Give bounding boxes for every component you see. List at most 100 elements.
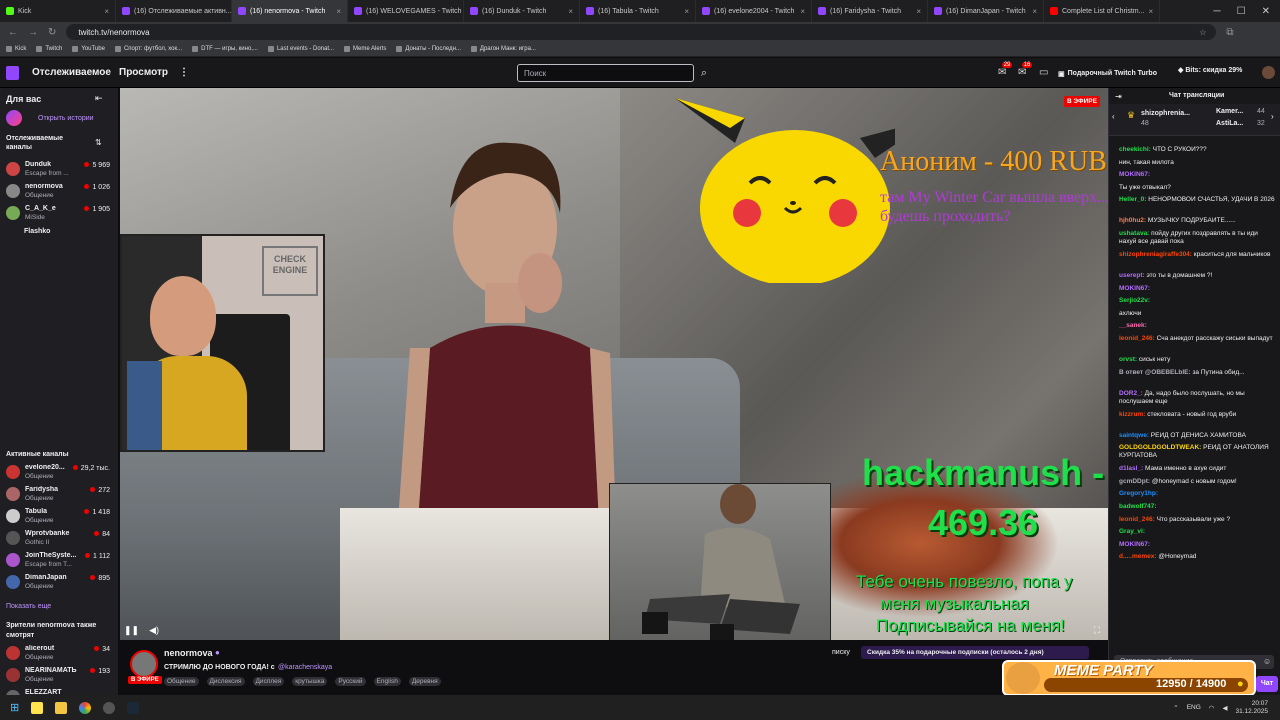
partial-channel[interactable]: Flashko	[24, 228, 50, 235]
stream-tag[interactable]: Деревня	[408, 677, 441, 686]
browser-tab[interactable]: (16) Tabula - Twitch ×	[580, 0, 696, 22]
fullscreen-icon[interactable]: ⛶	[1094, 625, 1100, 636]
chevron-left-icon[interactable]: ‹	[1112, 112, 1115, 121]
chat-username[interactable]: MOKIN67:	[1119, 171, 1150, 178]
browser-tab[interactable]: (16) Отслеживаемые активн...×	[116, 0, 232, 22]
sidebar-channel[interactable]: Dunduk Escape from ... 5 969	[6, 160, 110, 180]
browser-tab[interactable]: Kick ×	[0, 0, 116, 22]
nav-browse[interactable]: Просмотр	[119, 67, 168, 78]
sidebar-channel[interactable]: Faridysha Общение 272	[6, 485, 110, 505]
chat-username[interactable]: leonid_246:	[1119, 335, 1155, 342]
chat-username[interactable]: saintqwe:	[1119, 432, 1149, 439]
language-indicator[interactable]: ENG	[1187, 704, 1201, 711]
bookmark-item[interactable]: Драгон Манк: игра...	[470, 46, 536, 52]
chat-username[interactable]: __sanek:	[1119, 322, 1147, 329]
sidebar-channel[interactable]: JoinTheSyste... Escape from T... 1 112	[6, 551, 110, 571]
chat-username[interactable]: d.....memex:	[1119, 553, 1157, 560]
sidebar-channel[interactable]: NEARINAMATЬ Общение 193	[6, 666, 110, 686]
browser-tab[interactable]: (16) Faridysha - Twitch ×	[812, 0, 928, 22]
file-explorer-icon[interactable]	[55, 701, 68, 714]
stories-link[interactable]: Открыть истории	[38, 115, 94, 122]
emote-icon[interactable]: ☺	[1263, 657, 1271, 666]
bookmark-item[interactable]: Last events - Donat...	[267, 46, 334, 52]
chevron-right-icon[interactable]: ›	[1271, 112, 1274, 121]
chat-username[interactable]: В ответ @OBEBELbIE:	[1119, 369, 1191, 376]
chat-send-button[interactable]: Чат	[1256, 676, 1278, 692]
clock[interactable]: 20:07 31.12.2025	[1235, 700, 1268, 716]
browser-tab[interactable]: (16) WELOVEGAMES - Twitch×	[348, 0, 464, 22]
chat-username[interactable]: Gregory1hp:	[1119, 490, 1158, 497]
inbox-icon[interactable]: ✉ 29	[998, 62, 1013, 78]
show-more-link[interactable]: Показать еще	[6, 603, 51, 610]
tray-up-icon[interactable]: ⌃	[1173, 704, 1178, 712]
sidebar-channel[interactable]: DimanJapan Общение 895	[6, 573, 110, 593]
stories-avatar[interactable]	[6, 110, 22, 126]
stream-tag[interactable]: Русский	[335, 677, 366, 686]
minimize-icon[interactable]: ─	[1214, 6, 1221, 17]
twitch-logo-icon[interactable]	[6, 66, 19, 80]
whispers-icon[interactable]: ▭	[1039, 67, 1048, 78]
search-input[interactable]: Поиск	[517, 64, 694, 82]
sort-icon[interactable]: ⇅	[95, 138, 102, 147]
sub-discount-banner[interactable]: Скидка 35% на подарочные подписки (остал…	[861, 646, 1089, 659]
chat-username[interactable]: MOKIN67:	[1119, 285, 1150, 292]
extensions-icon[interactable]: ⧉	[1226, 27, 1233, 38]
browser-tab[interactable]: (16) Dunduk - Twitch ×	[464, 0, 580, 22]
volume-icon[interactable]: ◀)	[149, 625, 159, 636]
chat-username[interactable]: cheekichi:	[1119, 146, 1151, 153]
steam-icon[interactable]	[127, 701, 140, 714]
collapse-chat-icon[interactable]: ⇥	[1115, 92, 1122, 101]
channel-avatar[interactable]	[130, 650, 158, 678]
bookmark-item[interactable]: DTF — игры, кино,...	[192, 46, 258, 52]
windows-start-icon[interactable]: ⊞	[10, 701, 19, 714]
nav-following[interactable]: Отслеживаемое	[32, 67, 111, 78]
sidebar-channel[interactable]: alicerout Общение 34	[6, 644, 110, 664]
chrome-icon[interactable]	[79, 701, 92, 714]
top-gifter-3[interactable]: AstiLa...	[1216, 120, 1243, 127]
bookmark-item[interactable]: Спорт: футбол, хок...	[114, 46, 182, 52]
channel-name[interactable]: nenormova	[164, 648, 213, 658]
bookmark-star-icon[interactable]: ☆	[1199, 28, 1206, 37]
stream-tag[interactable]: English	[373, 677, 401, 686]
search-icon[interactable]: ⌕	[695, 64, 713, 82]
browser-tab[interactable]: (16) evelone2004 - Twitch ×	[696, 0, 812, 22]
top-gifter-1[interactable]: shizophrenia...	[1141, 110, 1190, 117]
obs-icon[interactable]	[103, 701, 116, 714]
tab-close-icon[interactable]: ×	[1148, 7, 1153, 16]
forward-icon[interactable]: →	[28, 27, 38, 38]
tab-close-icon[interactable]: ×	[800, 7, 805, 16]
back-icon[interactable]: ←	[8, 27, 18, 38]
top-gifter-2[interactable]: Kamer...	[1216, 108, 1243, 115]
collapse-sidebar-icon[interactable]: ⇤	[95, 93, 103, 104]
chat-username[interactable]: shizophreniagiraffe304:	[1119, 251, 1192, 258]
stream-tag[interactable]: крутышка	[292, 677, 328, 686]
notifications-icon[interactable]: ✉ 16	[1018, 62, 1033, 78]
bookmark-item[interactable]: Meme Alerts	[344, 46, 386, 52]
sidebar-channel[interactable]: Wprotvbanke Gothic II 84	[6, 529, 110, 549]
tab-close-icon[interactable]: ×	[916, 7, 921, 16]
chat-username[interactable]: DOR2_:	[1119, 390, 1143, 397]
bookmark-item[interactable]: Донаты - Последн...	[396, 46, 461, 52]
reload-icon[interactable]: ↻	[48, 27, 56, 38]
tab-close-icon[interactable]: ×	[336, 7, 341, 16]
speaker-icon[interactable]: ◀	[1222, 704, 1227, 712]
browser-tab[interactable]: (16) nenormova - Twitch ×	[232, 0, 348, 22]
sidebar-channel[interactable]: evelone20... Общение 29,2 тыс.	[6, 463, 110, 483]
video-player[interactable]: Аноним - 400 RUB! там My Winter Car вышл…	[120, 88, 1108, 640]
browser-tab[interactable]: Complete List of Christm... ×	[1044, 0, 1160, 22]
chat-username[interactable]: userept:	[1119, 272, 1145, 279]
chat-username[interactable]: d1lasl_:	[1119, 465, 1143, 472]
sidebar-channel[interactable]: C_A_K_e MiSide 1 905	[6, 204, 110, 224]
stream-tag[interactable]: Дисплея	[252, 677, 285, 686]
stream-tag[interactable]: Общение	[164, 677, 199, 686]
url-field[interactable]: twitch.tv/nenormova ☆	[66, 24, 1217, 40]
chat-username[interactable]: hjh0hu2:	[1119, 217, 1146, 224]
stream-title-mention[interactable]: @karachenskaya	[278, 664, 332, 671]
turbo-button[interactable]: ▣ Подарочный Twitch Turbo	[1058, 66, 1170, 81]
bookmark-item[interactable]: Kick	[6, 46, 26, 52]
bookmark-item[interactable]: YouTube	[72, 46, 105, 52]
pause-icon[interactable]: ❚❚	[124, 625, 139, 636]
chat-username[interactable]: orvst:	[1119, 356, 1137, 363]
chat-username[interactable]: gcmDDpt:	[1119, 478, 1150, 485]
chat-username[interactable]: badwolf747:	[1119, 503, 1157, 510]
